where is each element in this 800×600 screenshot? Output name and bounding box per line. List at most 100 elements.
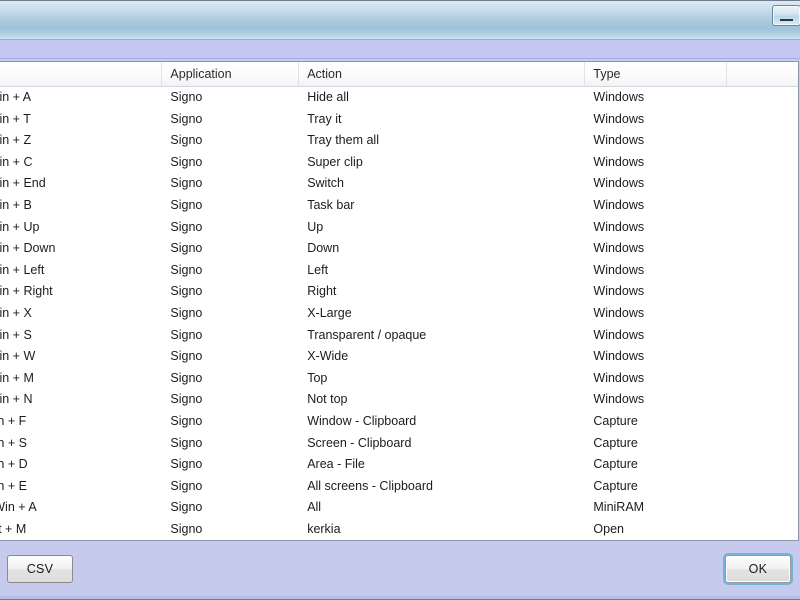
table-row[interactable]: Ctrl + Win + Left Signo Left Windows [0, 260, 798, 282]
list-body: Ctrl + Win + ASignoHide allWindowsCtrl +… [0, 87, 798, 541]
table-row[interactable]: Ctrl + Win + N Signo Not top Windows [0, 389, 798, 411]
cell-app: Signo [170, 219, 203, 234]
cell-app: Signo [170, 327, 203, 342]
cell-keys: Ctrl + Win + T [0, 111, 31, 126]
cell-app: Signo [170, 133, 203, 148]
cell-keys: Alt + Win + D [0, 457, 28, 472]
column-header-keys[interactable] [0, 62, 163, 86]
cell-keys: Shift + Win + A [0, 500, 37, 515]
table-row[interactable]: Ctrl + Win + S Signo Transparent / opaque W… [0, 325, 798, 347]
cell-keys: Alt + Win + F [0, 413, 27, 428]
table-row[interactable]: Ctrl + Win + X Signo X-Large Windows [0, 303, 798, 325]
cell-type: Windows [593, 305, 645, 320]
cell-app: Signo [170, 111, 203, 126]
cell-extra [727, 87, 798, 108]
cell-type: Windows [593, 176, 645, 191]
cell-app: Signo [170, 241, 203, 256]
cell-app: Signo [170, 176, 203, 191]
cell-app: Signo [170, 349, 203, 364]
table-row[interactable]: Alt + Win + D Signo Area - File Capture [0, 454, 798, 476]
table-row[interactable]: Ctrl + Win + Up Signo Up Windows [0, 217, 798, 239]
ok-button[interactable]: OK [723, 553, 793, 586]
cell-extra [727, 368, 798, 389]
cell-keys: Ctrl + Win + Right [0, 284, 53, 299]
cell-type: Windows [593, 133, 645, 148]
cell-action: All [307, 500, 322, 515]
cell-keys: Ctrl + Win + Down [0, 241, 56, 256]
table-row[interactable]: Ctrl + Win + T Signo Tray it Windows [0, 109, 798, 131]
hotkeys-list[interactable]: Application Action Type Ctrl + Win + A Si… [0, 61, 799, 542]
minimize-icon [780, 19, 793, 21]
cell-type: Windows [593, 111, 645, 126]
cell-keys: Ctrl + Win + C [0, 154, 33, 169]
cell-action: X-Large [307, 305, 352, 320]
cell-app: Signo [170, 90, 203, 104]
table-row[interactable]: Alt + Win + F Signo Window - Clipboard Capt… [0, 411, 798, 433]
table-row[interactable]: Shift + Win + A Signo All MiniRAM [0, 497, 798, 519]
cell-type: Capture [593, 457, 638, 472]
cell-type: Windows [593, 392, 645, 407]
list-header-row: Application Action Type [0, 62, 798, 87]
cell-type: Capture [593, 478, 638, 493]
cell-app: Signo [170, 521, 203, 536]
table-row[interactable]: Alt + Win + E Signo All screens - Clipboar… [0, 476, 798, 498]
table-row[interactable]: Ctrl + Win + W Signo X-Wide Windows [0, 346, 798, 368]
cell-action: Transparent / opaque [307, 327, 427, 342]
cell-extra [727, 411, 798, 432]
cell-extra [727, 519, 798, 540]
table-row[interactable]: Ctrl + Win + Z Signo Tray them all Windows [0, 130, 798, 152]
cell-action: Screen - Clipboard [307, 435, 412, 450]
column-header-type[interactable]: Type [585, 62, 728, 86]
cell-app: Signo [170, 435, 203, 450]
cell-extra [727, 497, 798, 518]
cell-action: Task bar [307, 197, 355, 212]
cell-extra [727, 433, 798, 454]
cell-extra [727, 389, 798, 410]
cell-extra [727, 109, 798, 130]
table-row[interactable]: Ctrl + Win + End Signo Switch Windows [0, 173, 798, 195]
table-row[interactable]: Ctrl + Alt + M Signo kerkia Open [0, 519, 798, 541]
cell-app: Signo [170, 413, 203, 428]
cell-type: Windows [593, 197, 645, 212]
table-row[interactable]: Alt + Win + S Signo Screen - Clipboard Capt… [0, 433, 798, 455]
title-accent-band [0, 40, 800, 59]
cell-extra [727, 476, 798, 497]
cell-extra [727, 152, 798, 173]
table-row[interactable]: Ctrl + Win + M Signo Top Windows [0, 368, 798, 390]
cell-keys: Ctrl + Win + End [0, 176, 46, 191]
cell-app: Signo [170, 284, 203, 299]
cell-action: Up [307, 219, 324, 234]
table-row[interactable]: Ctrl + Win + B Signo Task bar Windows [0, 195, 798, 217]
cell-keys: Ctrl + Win + M [0, 370, 34, 385]
footer-bar: CSV OK [0, 543, 800, 600]
cell-type: Windows [593, 349, 645, 364]
title-bar[interactable]: eys [0, 1, 800, 40]
cell-action: Tray them all [307, 133, 379, 148]
cell-action: Super clip [307, 154, 363, 169]
column-header-extra[interactable] [727, 62, 798, 86]
cell-keys: Ctrl + Win + Up [0, 219, 40, 234]
column-header-application[interactable]: Application [162, 62, 300, 86]
cell-type: Windows [593, 327, 645, 342]
table-row[interactable]: Ctrl + Win + C Signo Super clip Windows [0, 152, 798, 174]
table-row[interactable]: Ctrl + Win + Right Signo Right Windows [0, 281, 798, 303]
cell-keys: Ctrl + Win + A [0, 90, 32, 104]
cell-type: Windows [593, 370, 645, 385]
csv-button[interactable]: CSV [7, 555, 73, 584]
cell-type: Capture [593, 435, 638, 450]
cell-action: Top [307, 370, 328, 385]
cell-keys: Ctrl + Win + N [0, 392, 33, 407]
cell-extra [727, 325, 798, 346]
minimize-button[interactable] [772, 5, 800, 26]
column-header-action[interactable]: Action [299, 62, 586, 86]
table-row[interactable]: Ctrl + Win + A Signo Hide all Windows [0, 87, 798, 109]
cell-action: Tray it [307, 111, 342, 126]
cell-type: Capture [593, 413, 638, 428]
cell-extra [727, 346, 798, 367]
cell-app: Signo [170, 392, 203, 407]
table-row[interactable]: Ctrl + Win + Down Signo Down Windows [0, 238, 798, 260]
cell-app: Signo [170, 197, 203, 212]
cell-keys: Ctrl + Win + Left [0, 262, 45, 277]
cell-action: Area - File [307, 457, 365, 472]
cell-keys: Ctrl + Win + Z [0, 133, 32, 148]
